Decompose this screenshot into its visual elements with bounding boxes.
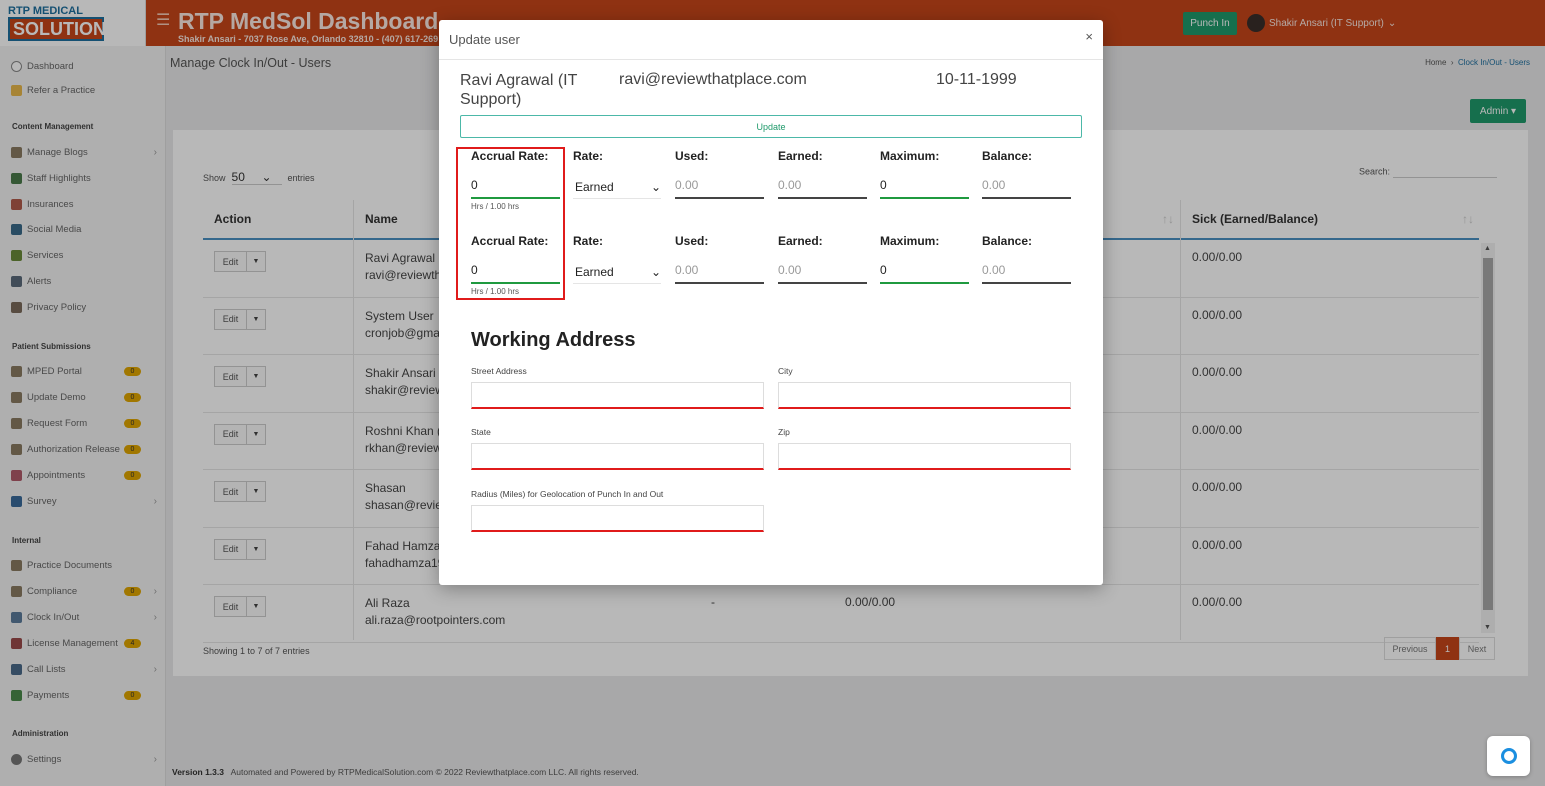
city-label: City: [778, 366, 793, 376]
chevron-down-icon: ⌄: [650, 179, 661, 194]
accrual-rate-field-1: Accrual Rate: 0 Hrs / 1.00 hrs: [471, 149, 560, 211]
rate-select[interactable]: Earned ⌄: [573, 175, 661, 199]
chevron-down-icon: ⌄: [650, 264, 661, 279]
zip-label: Zip: [778, 427, 790, 437]
used-input[interactable]: 0.00: [675, 262, 764, 284]
modal-title: Update user: [449, 32, 520, 47]
balance-field-1: Balance: 0.00: [982, 149, 1071, 199]
zip-input[interactable]: [778, 443, 1071, 470]
radius-label: Radius (Miles) for Geolocation of Punch …: [471, 489, 664, 499]
street-label: Street Address: [471, 366, 527, 376]
accrual-hint: Hrs / 1.00 hrs: [471, 202, 520, 211]
lifebuoy-icon: [1500, 748, 1517, 764]
street-address-input[interactable]: [471, 382, 764, 409]
earned-field-2: Earned: 0.00: [778, 234, 867, 284]
user-name: Ravi Agrawal (IT Support): [460, 72, 578, 108]
close-icon[interactable]: ×: [1085, 29, 1093, 44]
city-input[interactable]: [778, 382, 1071, 409]
maximum-field-1: Maximum: 0: [880, 149, 969, 199]
used-input[interactable]: 0.00: [675, 177, 764, 199]
accrual-rate-input[interactable]: 0: [471, 262, 560, 284]
rate-field-2: Rate: Earned ⌄: [573, 234, 661, 284]
accrual-rate-field-2: Accrual Rate: 0 Hrs / 1.00 hrs: [471, 234, 560, 296]
user-email: ravi@reviewthatplace.com: [619, 71, 807, 88]
rate-select[interactable]: Earned ⌄: [573, 260, 661, 284]
earned-input[interactable]: 0.00: [778, 177, 867, 199]
used-field-1: Used: 0.00: [675, 149, 764, 199]
help-widget[interactable]: [1487, 736, 1530, 776]
accrual-rate-input[interactable]: 0: [471, 177, 560, 199]
balance-input[interactable]: 0.00: [982, 262, 1071, 284]
balance-field-2: Balance: 0.00: [982, 234, 1071, 284]
update-button[interactable]: Update: [460, 115, 1082, 138]
maximum-input[interactable]: 0: [880, 262, 969, 284]
accrual-hint: Hrs / 1.00 hrs: [471, 287, 520, 296]
modal-header: Update user ×: [439, 20, 1103, 60]
user-dob: 10-11-1999: [936, 71, 1017, 88]
radius-input[interactable]: [471, 505, 764, 532]
state-input[interactable]: [471, 443, 764, 470]
balance-input[interactable]: 0.00: [982, 177, 1071, 199]
used-field-2: Used: 0.00: [675, 234, 764, 284]
maximum-input[interactable]: 0: [880, 177, 969, 199]
earned-input[interactable]: 0.00: [778, 262, 867, 284]
state-label: State: [471, 427, 491, 437]
update-user-modal: Update user × Ravi Agrawal (IT Support) …: [439, 20, 1103, 585]
earned-field-1: Earned: 0.00: [778, 149, 867, 199]
maximum-field-2: Maximum: 0: [880, 234, 969, 284]
working-address-heading: Working Address: [471, 329, 636, 351]
rate-field-1: Rate: Earned ⌄: [573, 149, 661, 199]
